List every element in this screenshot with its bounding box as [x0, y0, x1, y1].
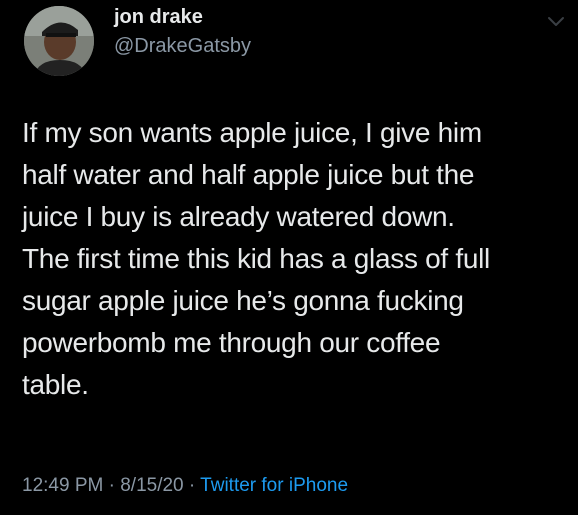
tweet-text-line: The first time this kid has a glass of f…: [22, 243, 490, 274]
author-display-name[interactable]: jon drake: [114, 6, 203, 29]
avatar[interactable]: [24, 6, 94, 76]
tweet-text-line: If my son wants apple juice, I give him: [22, 117, 482, 148]
meta-separator: ·: [183, 475, 201, 496]
tweet-card: jon drake @DrakeGatsby If my son wants a…: [0, 0, 578, 515]
meta-separator: ·: [103, 475, 121, 496]
tweet-text-line: sugar apple juice he’s gonna fucking: [22, 285, 464, 316]
tweet-text-line: half water and half apple juice but the: [22, 159, 475, 190]
author-handle[interactable]: @DrakeGatsby: [114, 35, 251, 58]
tweet-text: If my son wants apple juice, I give him …: [22, 112, 567, 406]
tweet-source-link[interactable]: Twitter for iPhone: [200, 475, 348, 496]
tweet-text-line: powerbomb me through our coffee: [22, 327, 441, 358]
tweet-date[interactable]: 8/15/20: [120, 475, 183, 496]
tweet-text-line: juice I buy is already watered down.: [22, 201, 455, 232]
avatar-image: [24, 6, 94, 76]
tweet-time[interactable]: 12:49 PM: [22, 475, 103, 496]
tweet-meta: 12:49 PM · 8/15/20 · Twitter for iPhone: [22, 475, 348, 497]
tweet-text-line: table.: [22, 369, 89, 400]
chevron-down-icon[interactable]: [545, 10, 567, 32]
